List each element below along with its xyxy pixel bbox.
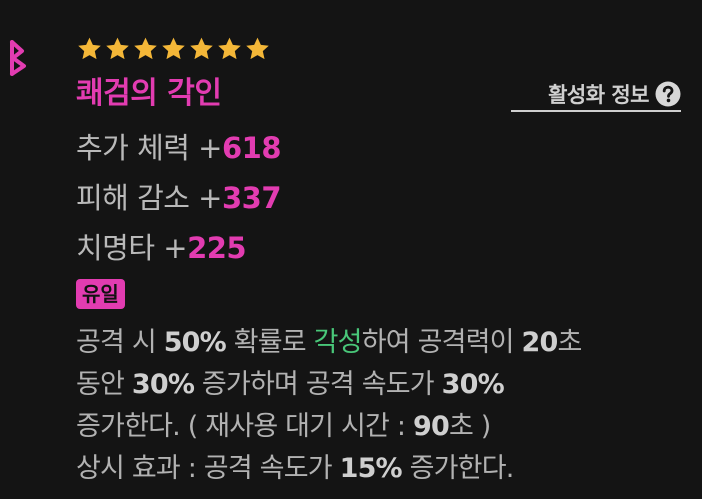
effect-text: 하여 공격력이 <box>361 327 522 358</box>
stat-label: 피해 감소 <box>76 181 199 215</box>
stat-label: 치명타 <box>76 231 164 265</box>
stat-row-damage-reduction: 피해 감소 +337 <box>76 178 282 218</box>
star-icon <box>106 37 129 60</box>
effect-text: 상시 효과 : 공격 속도가 <box>76 453 340 484</box>
tier-b-icon <box>10 40 26 76</box>
stat-row-health: 추가 체력 +618 <box>76 128 282 168</box>
stat-plus: + <box>198 131 222 165</box>
effect-text: 확률로 <box>225 327 314 358</box>
star-icon <box>134 37 157 60</box>
star-icon <box>246 37 269 60</box>
effect-text: 초 ) <box>448 411 491 442</box>
star-icon <box>190 37 213 60</box>
effect-line: 동안 30% 증가하며 공격 속도가 30% <box>76 364 696 406</box>
effect-value: 20 <box>521 327 559 358</box>
activation-info-label: 활성화 정보 <box>548 83 649 107</box>
effect-text: 동안 <box>76 369 132 400</box>
effect-line: 공격 시 50% 확률로 각성하여 공격력이 20초 <box>76 322 696 364</box>
stat-plus: + <box>198 181 222 215</box>
star-icon <box>78 37 101 60</box>
effect-text: 증가한다. ( 재사용 대기 시간 : <box>76 411 413 442</box>
stat-row-critical: 치명타 +225 <box>76 228 247 268</box>
help-icon[interactable] <box>655 81 681 107</box>
effect-text: 공격 시 <box>76 327 164 358</box>
effect-description: 공격 시 50% 확률로 각성하여 공격력이 20초 동안 30% 증가하며 공… <box>76 322 696 490</box>
effect-text: 초 <box>557 327 583 358</box>
effect-value: 30% <box>441 369 505 400</box>
effect-line: 증가한다. ( 재사용 대기 시간 : 90초 ) <box>76 406 696 448</box>
effect-text: 증가한다. <box>401 453 515 484</box>
effect-line: 상시 효과 : 공격 속도가 15% 증가한다. <box>76 448 696 490</box>
activation-info-link[interactable]: 활성화 정보 <box>511 78 681 112</box>
effect-value: 50% <box>163 327 227 358</box>
stat-value: 225 <box>187 231 247 265</box>
star-rating <box>76 34 271 64</box>
stat-plus: + <box>163 231 188 265</box>
effect-value: 30% <box>131 369 195 400</box>
stat-value: 337 <box>221 181 282 215</box>
effect-value: 90 <box>412 411 450 442</box>
star-icon <box>162 37 185 60</box>
unique-badge: 유일 <box>76 279 125 309</box>
item-name: 쾌검의 각인 <box>76 76 222 111</box>
stat-label: 추가 체력 <box>76 131 199 165</box>
effect-value: 15% <box>339 453 403 484</box>
awaken-keyword: 각성 <box>313 327 363 358</box>
star-icon <box>218 37 241 60</box>
effect-text: 증가하며 공격 속도가 <box>194 369 442 400</box>
stat-value: 618 <box>221 131 282 165</box>
